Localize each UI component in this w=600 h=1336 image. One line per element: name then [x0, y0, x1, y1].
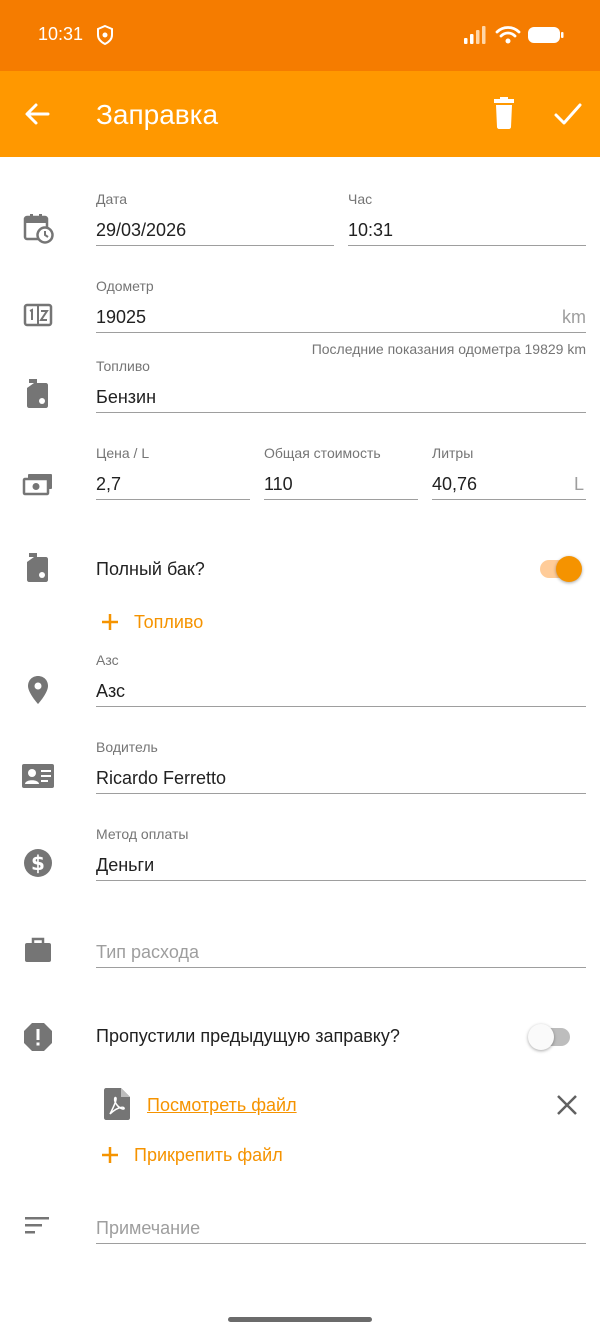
gesture-bar[interactable]: [228, 1317, 372, 1322]
svg-text:$: $: [31, 851, 45, 875]
switch-thumb: [556, 556, 582, 582]
odometer-label: Одометр: [96, 278, 154, 294]
total-label: Общая стоимость: [264, 445, 381, 461]
alert-octagon-icon: [22, 1021, 54, 1053]
page-title: Заправка: [96, 99, 219, 130]
full-tank-label: Полный бак?: [96, 559, 205, 579]
odometer-value: 19025: [96, 307, 147, 327]
liters-label: Литры: [432, 445, 474, 461]
price-value: 2,7: [96, 474, 122, 494]
fuel-label: Топливо: [96, 358, 150, 374]
driver-field[interactable]: Ricardo Ferretto: [96, 764, 586, 794]
odometer-icon: [22, 299, 54, 331]
time-value: 10:31: [348, 220, 394, 240]
station-field[interactable]: Азс: [96, 677, 586, 707]
battery-icon: [528, 27, 564, 43]
notes-field[interactable]: Примечание: [96, 1214, 586, 1244]
fuel-icon: [22, 553, 54, 585]
liters-field[interactable]: 40,76 L: [432, 470, 586, 500]
dollar-icon: $: [22, 847, 54, 879]
money-icon: [22, 469, 54, 501]
full-tank-switch[interactable]: [536, 554, 584, 584]
status-bar: 10:31: [0, 0, 600, 71]
check-icon[interactable]: [552, 99, 584, 129]
location-icon: [22, 674, 54, 706]
expense-type-field[interactable]: Тип расхода: [96, 938, 586, 968]
plus-icon: [102, 614, 118, 630]
fuel-value: Бензин: [96, 387, 157, 407]
fuel-icon: [22, 379, 54, 411]
date-value: 29/03/2026: [96, 220, 187, 240]
view-file-link[interactable]: Посмотреть файл: [147, 1095, 297, 1116]
payment-field[interactable]: Деньги: [96, 851, 586, 881]
missed-label: Пропустили предыдущую заправку?: [96, 1026, 400, 1046]
app-bar: Заправка: [0, 71, 600, 157]
calendar-clock-icon: [22, 212, 54, 244]
time-label: Час: [348, 191, 373, 207]
price-field[interactable]: 2,7: [96, 470, 250, 500]
delete-icon[interactable]: [490, 97, 518, 129]
driver-value: Ricardo Ferretto: [96, 768, 227, 788]
shield-icon: [97, 25, 113, 45]
station-label: Азс: [96, 652, 119, 668]
pdf-file-icon: [104, 1088, 130, 1120]
payment-value: Деньги: [96, 855, 155, 875]
attach-file-label: Прикрепить файл: [134, 1145, 283, 1165]
date-label: Дата: [96, 191, 128, 207]
expense-type-placeholder: Тип расхода: [96, 942, 199, 962]
odometer-unit: km: [562, 307, 586, 327]
status-icons: [464, 26, 564, 44]
time-field[interactable]: 10:31: [348, 216, 586, 246]
date-field[interactable]: 29/03/2026: [96, 216, 334, 246]
driver-label: Водитель: [96, 739, 158, 755]
price-label: Цена / L: [96, 445, 150, 461]
total-value: 110: [264, 474, 293, 494]
total-field[interactable]: 110: [264, 470, 418, 500]
liters-unit: L: [573, 474, 584, 494]
status-time: 10:31: [38, 24, 84, 44]
briefcase-icon: [22, 934, 54, 966]
notes-placeholder: Примечание: [96, 1218, 201, 1238]
arrow-back-icon[interactable]: [22, 99, 52, 129]
missed-switch[interactable]: [526, 1022, 574, 1052]
fuel-field[interactable]: Бензин: [96, 383, 586, 413]
payment-label: Метод оплаты: [96, 826, 189, 842]
signal-icon: [464, 26, 486, 44]
plus-icon: [102, 1147, 118, 1163]
odometer-field[interactable]: 19025 km: [96, 303, 586, 333]
odometer-helper: Последние показания одометра 19829 km: [311, 341, 586, 357]
wifi-icon: [495, 26, 521, 44]
liters-value: 40,76: [432, 474, 478, 494]
switch-thumb: [528, 1024, 554, 1050]
add-fuel-button[interactable]: Топливо: [100, 608, 230, 636]
attach-file-button[interactable]: Прикрепить файл: [100, 1141, 320, 1169]
add-fuel-label: Топливо: [134, 612, 204, 632]
close-icon[interactable]: [556, 1094, 578, 1116]
id-card-icon: [22, 761, 54, 793]
station-value: Азс: [96, 681, 126, 701]
sort-lines-icon: [22, 1210, 54, 1242]
